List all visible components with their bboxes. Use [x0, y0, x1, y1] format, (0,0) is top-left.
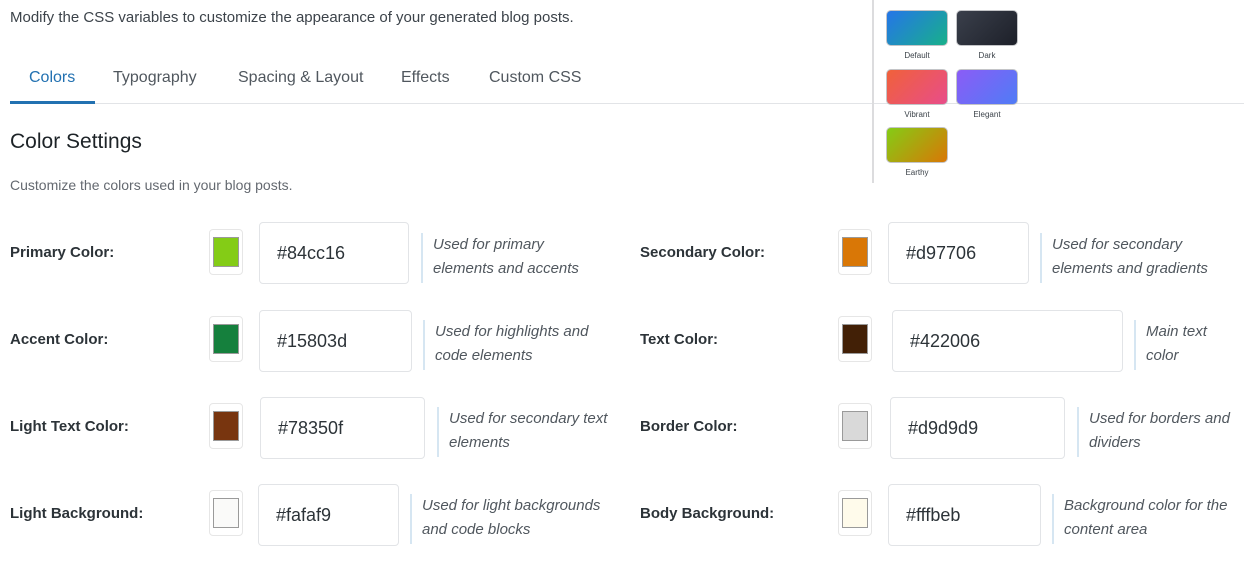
secondary-color-input[interactable]: [888, 222, 1029, 284]
accent-color-help: Used for highlights and code elements: [423, 320, 623, 370]
border-color-input[interactable]: [890, 397, 1065, 459]
tab-colors[interactable]: Colors: [29, 69, 75, 87]
accent-color-label: Accent Color:: [10, 331, 109, 348]
text-color-help: Main text color: [1134, 320, 1244, 370]
preset-swatch: [886, 69, 948, 105]
color-swatch: [842, 498, 868, 528]
help-line: Used for primary: [433, 236, 544, 253]
help-line: elements and gradients: [1052, 260, 1208, 277]
help-line: Used for secondary text: [449, 410, 608, 427]
color-swatch: [842, 324, 868, 354]
help-line: Background color for the: [1064, 497, 1228, 514]
preset-swatch: [956, 69, 1018, 105]
primary-color-picker[interactable]: [209, 229, 243, 275]
help-line: content area: [1064, 521, 1148, 538]
secondary-color-picker[interactable]: [838, 229, 872, 275]
border-color-picker[interactable]: [838, 403, 872, 449]
body-background-help: Background color for the content area: [1052, 494, 1252, 544]
color-swatch: [213, 324, 239, 354]
light-background-label: Light Background:: [10, 505, 144, 522]
active-tab-indicator: [10, 101, 95, 104]
preset-themes: Default Dark Vibrant Elegant Earthy: [872, 0, 1034, 183]
help-line: elements and accents: [433, 260, 579, 277]
border-color-help: Used for borders and dividers: [1077, 407, 1247, 457]
light-text-color-input[interactable]: [260, 397, 425, 459]
color-swatch: [842, 411, 868, 441]
help-line: and code blocks: [422, 521, 531, 538]
light-background-input[interactable]: [258, 484, 399, 546]
tab-effects[interactable]: Effects: [401, 69, 450, 87]
light-background-picker[interactable]: [209, 490, 243, 536]
body-background-label: Body Background:: [640, 505, 775, 522]
preset-label: Vibrant: [904, 110, 930, 119]
preset-vibrant[interactable]: Vibrant: [886, 69, 948, 119]
accent-color-input[interactable]: [259, 310, 412, 372]
help-line: code elements: [435, 347, 533, 364]
help-line: Main text: [1146, 323, 1207, 340]
body-background-input[interactable]: [888, 484, 1041, 546]
light-background-help: Used for light backgrounds and code block…: [410, 494, 630, 544]
light-text-color-picker[interactable]: [209, 403, 243, 449]
accent-color-picker[interactable]: [209, 316, 243, 362]
preset-label: Default: [904, 51, 930, 60]
settings-tabs: Colors Typography Spacing & Layout Effec…: [10, 62, 874, 104]
text-color-input[interactable]: [892, 310, 1123, 372]
text-color-label: Text Color:: [640, 331, 719, 348]
color-swatch: [842, 237, 868, 267]
section-title: Color Settings: [10, 130, 142, 153]
tab-typography[interactable]: Typography: [113, 69, 197, 87]
color-swatch: [213, 498, 239, 528]
help-line: Used for light backgrounds: [422, 497, 601, 514]
tabs-divider: [10, 103, 874, 104]
secondary-color-label: Secondary Color:: [640, 244, 766, 261]
preset-label: Earthy: [905, 168, 929, 177]
help-line: Used for highlights and: [435, 323, 589, 340]
primary-color-input[interactable]: [259, 222, 409, 284]
preset-default[interactable]: Default: [886, 10, 948, 60]
light-text-color-help: Used for secondary text elements: [437, 407, 627, 457]
light-text-color-label: Light Text Color:: [10, 418, 129, 435]
primary-color-help: Used for primary elements and accents: [421, 233, 621, 283]
intro-text: Modify the CSS variables to customize th…: [10, 9, 574, 26]
help-line: dividers: [1089, 434, 1141, 451]
preset-swatch: [956, 10, 1018, 46]
section-description: Customize the colors used in your blog p…: [10, 177, 293, 193]
preset-label: Elegant: [973, 110, 1001, 119]
secondary-color-help: Used for secondary elements and gradients: [1040, 233, 1240, 283]
preset-label: Dark: [978, 51, 996, 60]
border-color-label: Border Color:: [640, 418, 738, 435]
help-line: color: [1146, 347, 1179, 364]
help-line: elements: [449, 434, 510, 451]
help-line: Used for borders and: [1089, 410, 1230, 427]
primary-color-label: Primary Color:: [10, 244, 115, 261]
preset-swatch: [886, 127, 948, 163]
tab-spacing-layout[interactable]: Spacing & Layout: [238, 69, 363, 87]
preset-elegant[interactable]: Elegant: [956, 69, 1018, 119]
color-swatch: [213, 237, 239, 267]
body-background-picker[interactable]: [838, 490, 872, 536]
color-swatch: [213, 411, 239, 441]
text-color-picker[interactable]: [838, 316, 872, 362]
preset-earthy[interactable]: Earthy: [886, 127, 948, 177]
help-line: Used for secondary: [1052, 236, 1183, 253]
preset-swatch: [886, 10, 948, 46]
tab-custom-css[interactable]: Custom CSS: [489, 69, 581, 87]
preset-dark[interactable]: Dark: [956, 10, 1018, 60]
